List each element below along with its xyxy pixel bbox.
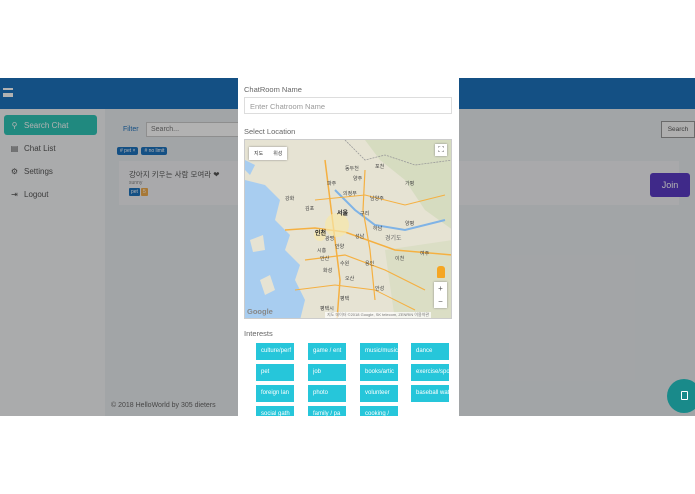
map-place-label: 이천 (395, 255, 405, 262)
interest-label: culture/perf (261, 348, 292, 354)
interest-button[interactable]: photo (308, 385, 346, 402)
map-place-label: 김포 (305, 205, 315, 212)
interest-button[interactable]: music/music (360, 343, 398, 360)
create-chatroom-modal: ChatRoom Name Enter Chatroom Name Select… (238, 78, 459, 416)
interest-button[interactable]: cooking / (360, 406, 398, 416)
interest-label: cooking / (365, 411, 390, 416)
interest-label: social gath (261, 411, 290, 416)
map-place-label: 양평 (405, 220, 414, 227)
interest-label: game / ent (313, 348, 342, 354)
map-place-label: 의정부 (343, 190, 357, 197)
map-type-satellite-button[interactable]: 위성 (268, 147, 287, 160)
google-logo: Google (247, 307, 273, 316)
street-view-pegman-icon[interactable] (437, 266, 445, 278)
map-canvas: 파주 동두천 포천 의정부 서울 인천 구리 광명 안양 성남 하남 수원 화성… (245, 140, 451, 318)
map-place-label: 안성 (375, 285, 384, 292)
interest-label: pet (261, 369, 270, 375)
map-place-label: 안산 (320, 255, 330, 262)
map-place-label: 평택시 (320, 305, 334, 312)
interest-button[interactable]: books/artic (360, 364, 398, 381)
interest-button[interactable]: foreign lan (256, 385, 294, 402)
interest-label: job (313, 369, 322, 375)
map-place-label: 안양 (335, 243, 345, 250)
chatroom-name-input[interactable]: Enter Chatroom Name (244, 97, 452, 114)
map-type-control: 지도 위성 (249, 147, 288, 160)
interest-button[interactable]: volunteer (360, 385, 398, 402)
interest-button[interactable]: job (308, 364, 346, 381)
interest-button[interactable]: culture/perf (256, 343, 294, 360)
interest-label: volunteer (365, 390, 390, 396)
map-type-map-button[interactable]: 지도 (249, 147, 268, 160)
zoom-out-icon[interactable]: − (434, 295, 447, 308)
map-place-label: 평택 (340, 295, 350, 302)
chatroom-name-label: ChatRoom Name (244, 85, 302, 94)
map-place-label: 강화 (285, 195, 295, 202)
map-place-label: 수원 (340, 260, 350, 267)
interest-label: music/music (365, 348, 398, 354)
map-place-label: 용인 (365, 260, 375, 267)
map-zoom-control: + − (434, 282, 447, 308)
interest-button[interactable]: dance (411, 343, 449, 360)
document-icon (681, 391, 688, 400)
map-place-label: 광명 (325, 235, 334, 242)
interest-label: foreign lan (261, 390, 290, 396)
interest-button[interactable]: social gath (256, 406, 294, 416)
map-place-label: 화성 (323, 267, 332, 274)
interest-label: dance (416, 348, 433, 354)
interest-label: exercise/sports (416, 369, 449, 375)
map-place-label: 성남 (355, 233, 365, 240)
interest-button[interactable]: game / ent (308, 343, 346, 360)
map-place-label: 구리 (360, 210, 369, 217)
map-place-label: 남양주 (370, 195, 384, 202)
map-place-label: 양주 (353, 175, 363, 182)
map-place-label: 서울 (337, 209, 349, 217)
map-place-label: 여주 (420, 250, 430, 257)
interest-button[interactable]: family / pa (308, 406, 346, 416)
interest-button[interactable]: baseball watching (411, 385, 449, 402)
location-label: Select Location (244, 127, 296, 136)
interest-label: baseball watching (416, 390, 449, 396)
map-attribution: 지도 데이터 ©2018 Google, SK telecom, ZENRIN … (325, 312, 432, 318)
interest-button[interactable]: exercise/sports (411, 364, 449, 381)
create-room-button[interactable] (667, 379, 695, 413)
interest-label: photo (313, 390, 329, 396)
map-place-label: 하남 (373, 225, 383, 232)
location-map[interactable]: 파주 동두천 포천 의정부 서울 인천 구리 광명 안양 성남 하남 수원 화성… (244, 139, 452, 319)
map-place-label: 시흥 (317, 247, 327, 254)
map-place-label: 오산 (345, 275, 355, 282)
interest-label: books/artic (365, 369, 395, 375)
map-place-label: 가평 (405, 180, 414, 187)
map-place-label: 동두천 (345, 165, 359, 172)
interest-button[interactable]: pet (256, 364, 294, 381)
fullscreen-icon[interactable]: ⛶ (435, 144, 447, 156)
interest-label: family / pa (313, 411, 341, 416)
interests-label: Interests (244, 329, 273, 338)
zoom-in-icon[interactable]: + (434, 282, 447, 295)
map-place-label: 파주 (327, 180, 337, 187)
map-place-label: 포천 (375, 163, 385, 170)
map-place-label: 경기도 (385, 234, 402, 242)
